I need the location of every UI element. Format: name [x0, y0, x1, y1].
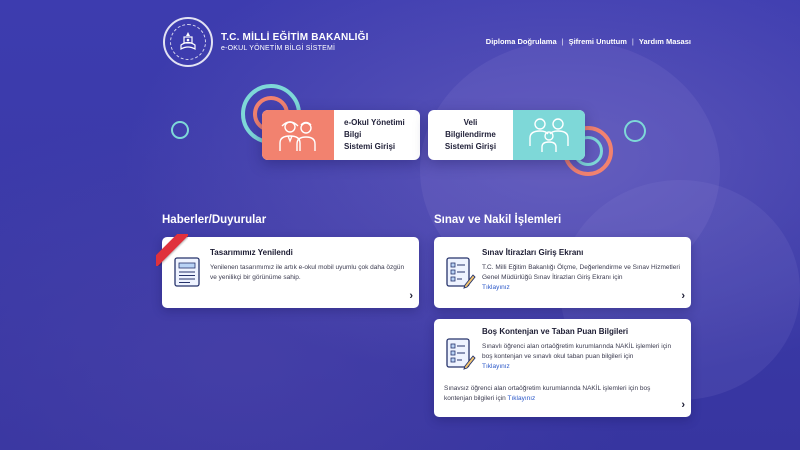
news-item-title: Tasarımımız Yenilendi — [210, 248, 293, 257]
exam-objection-title: Sınav İtirazları Giriş Ekranı — [482, 248, 584, 257]
family-icon — [513, 110, 585, 160]
quota-description: Sınavlı öğrenci alan ortaöğretim kurumla… — [482, 343, 672, 361]
exam-section-title: Sınav ve Nakil İşlemleri — [434, 214, 562, 226]
chevron-right-icon[interactable]: › — [681, 399, 685, 411]
quota-link[interactable]: Tıklayınız — [482, 363, 510, 370]
chevron-right-icon[interactable]: › — [409, 290, 413, 302]
quota-text-2: Sınavsız öğrenci alan ortaöğretim kuruml… — [444, 384, 679, 404]
decorative-ring — [171, 121, 189, 139]
decorative-ring — [624, 120, 646, 142]
quota-text: Sınavlı öğrenci alan ortaöğretim kurumla… — [482, 342, 682, 372]
brand-title: T.C. MİLLİ EĞİTİM BAKANLIĞI — [221, 32, 369, 43]
help-desk-link[interactable]: Yardım Masası — [639, 37, 691, 46]
eokul-login-line1: e-Okul Yönetimi Bilgi — [344, 118, 405, 139]
news-section-title: Haberler/Duyurular — [162, 214, 267, 226]
exam-objection-card[interactable]: Sınav İtirazları Giriş Ekranı T.C. Milli… — [434, 237, 691, 308]
top-links: Diploma Doğrulama | Şifremi Unuttum | Ya… — [486, 37, 691, 46]
exam-objection-description: T.C. Milli Eğitim Bakanlığı Ölçme, Değer… — [482, 264, 680, 282]
checklist-icon — [444, 255, 476, 294]
veli-login-card[interactable]: Veli Bilgilendirme Sistemi Girişi — [428, 110, 585, 160]
link-separator: | — [631, 37, 634, 46]
chevron-right-icon[interactable]: › — [681, 290, 685, 302]
quota-description-2: Sınavsız öğrenci alan ortaöğretim kuruml… — [444, 385, 651, 403]
quota-card[interactable]: Boş Kontenjan ve Taban Puan Bilgileri Sı… — [434, 319, 691, 417]
news-item-text: Yenilenen tasarımımız ile artık e-okul m… — [210, 264, 405, 282]
eokul-login-card[interactable]: e-Okul Yönetimi Bilgi Sistemi Girişi — [262, 110, 420, 160]
checklist-icon — [444, 336, 476, 375]
veli-login-line2: Sistemi Girişi — [444, 142, 497, 151]
newspaper-icon — [172, 255, 204, 294]
quota-link-2[interactable]: Tıklayınız — [508, 395, 536, 402]
brand-subtitle: e-OKUL YÖNETİM BİLGİ SİSTEMİ — [221, 45, 336, 52]
exam-objection-text: T.C. Milli Eğitim Bakanlığı Ölçme, Değer… — [482, 263, 682, 293]
exam-objection-link[interactable]: Tıklayınız — [482, 284, 510, 291]
meb-logo — [163, 17, 213, 67]
veli-login-line1: Veli Bilgilendirme — [445, 118, 496, 139]
diploma-verification-link[interactable]: Diploma Doğrulama — [486, 37, 557, 46]
forgot-password-link[interactable]: Şifremi Unuttum — [569, 37, 627, 46]
teachers-icon — [262, 110, 334, 160]
brand[interactable]: T.C. MİLLİ EĞİTİM BAKANLIĞI e-OKUL YÖNET… — [163, 17, 369, 67]
eokul-login-line2: Sistemi Girişi — [344, 142, 396, 151]
link-separator: | — [561, 37, 564, 46]
quota-title: Boş Kontenjan ve Taban Puan Bilgileri — [482, 327, 629, 336]
news-card[interactable]: Tasarımımız Yenilendi Yenilenen tasarımı… — [156, 234, 419, 308]
